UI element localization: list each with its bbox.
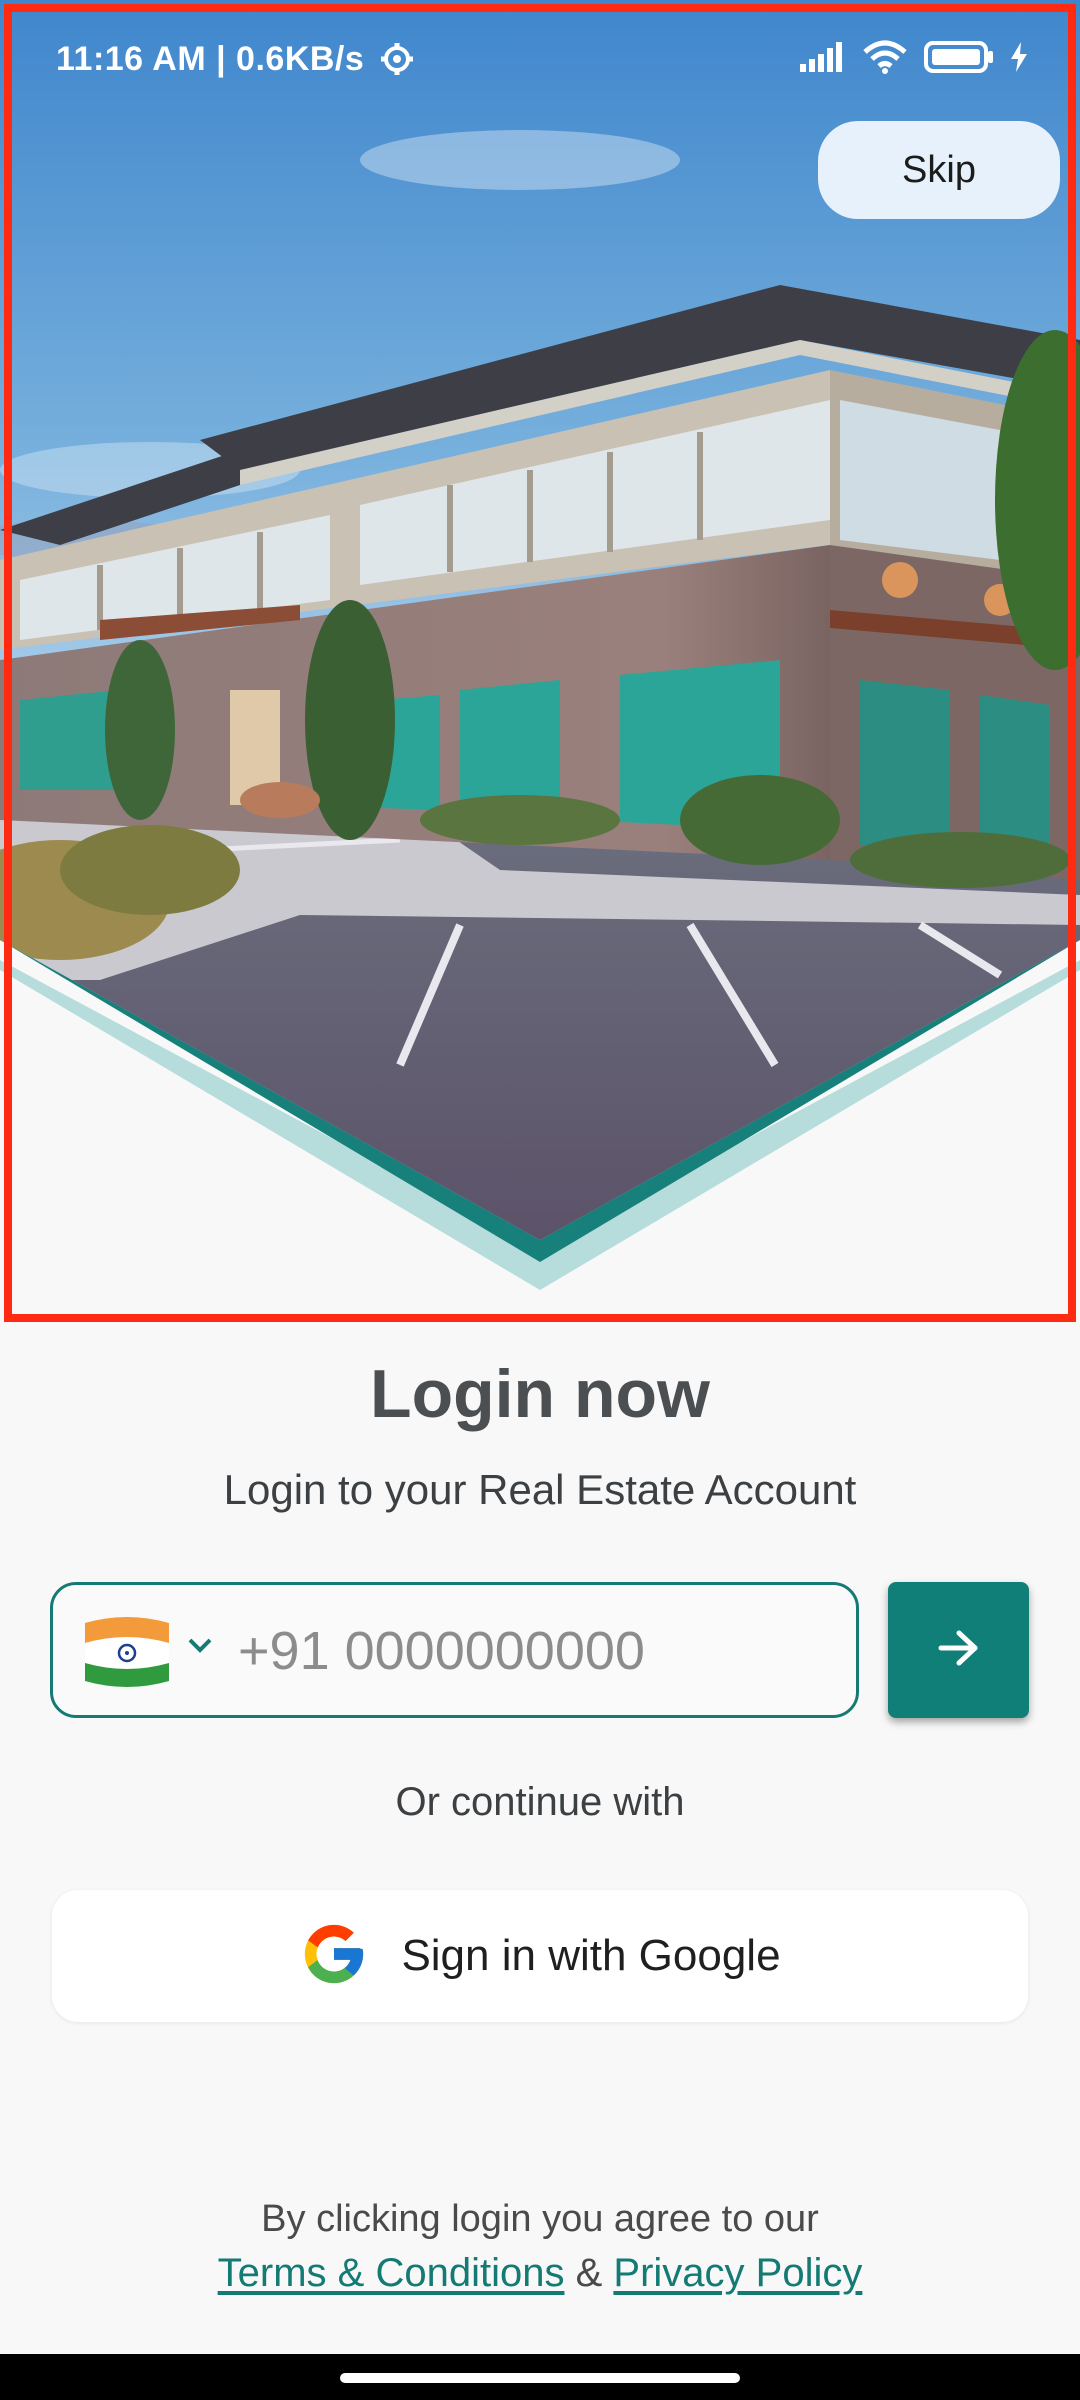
status-time: 11:16 AM | 0.6KB/s bbox=[56, 40, 365, 78]
hero-section: 11:16 AM | 0.6KB/s Skip bbox=[0, 0, 1080, 1326]
phone-number-field[interactable] bbox=[50, 1582, 859, 1718]
charging-icon bbox=[1010, 42, 1028, 77]
google-icon bbox=[299, 1919, 369, 1994]
login-screen: 11:16 AM | 0.6KB/s Skip Login now Login … bbox=[0, 0, 1080, 2400]
status-bar: 11:16 AM | 0.6KB/s bbox=[0, 0, 1080, 120]
page-title: Login now bbox=[370, 1356, 710, 1432]
signal-icon bbox=[800, 42, 846, 77]
privacy-policy-link[interactable]: Privacy Policy bbox=[613, 2251, 862, 2295]
phone-input[interactable] bbox=[238, 1609, 838, 1693]
home-indicator[interactable] bbox=[340, 2373, 740, 2383]
terms-links-row: Terms & Conditions & Privacy Policy bbox=[0, 2251, 1080, 2296]
gear-icon bbox=[380, 42, 414, 81]
battery-icon bbox=[924, 41, 994, 78]
ampersand-text: & bbox=[575, 2251, 603, 2295]
terms-intro-text: By clicking login you agree to our bbox=[261, 2198, 819, 2240]
skip-button[interactable]: Skip bbox=[818, 121, 1060, 219]
terms-conditions-link[interactable]: Terms & Conditions bbox=[218, 2251, 565, 2295]
google-button-label: Sign in with Google bbox=[401, 1931, 781, 1980]
wifi-icon bbox=[862, 40, 908, 79]
arrow-right-icon bbox=[937, 1628, 981, 1673]
page-subtitle: Login to your Real Estate Account bbox=[223, 1466, 857, 1513]
or-continue-text: Or continue with bbox=[395, 1780, 685, 1824]
chevron-down-icon[interactable] bbox=[185, 1635, 215, 1660]
google-sign-in-button[interactable]: Sign in with Google bbox=[52, 1890, 1028, 2022]
submit-arrow-button[interactable] bbox=[888, 1582, 1029, 1718]
status-icons bbox=[800, 40, 1028, 79]
india-flag-icon[interactable] bbox=[81, 1613, 173, 1696]
